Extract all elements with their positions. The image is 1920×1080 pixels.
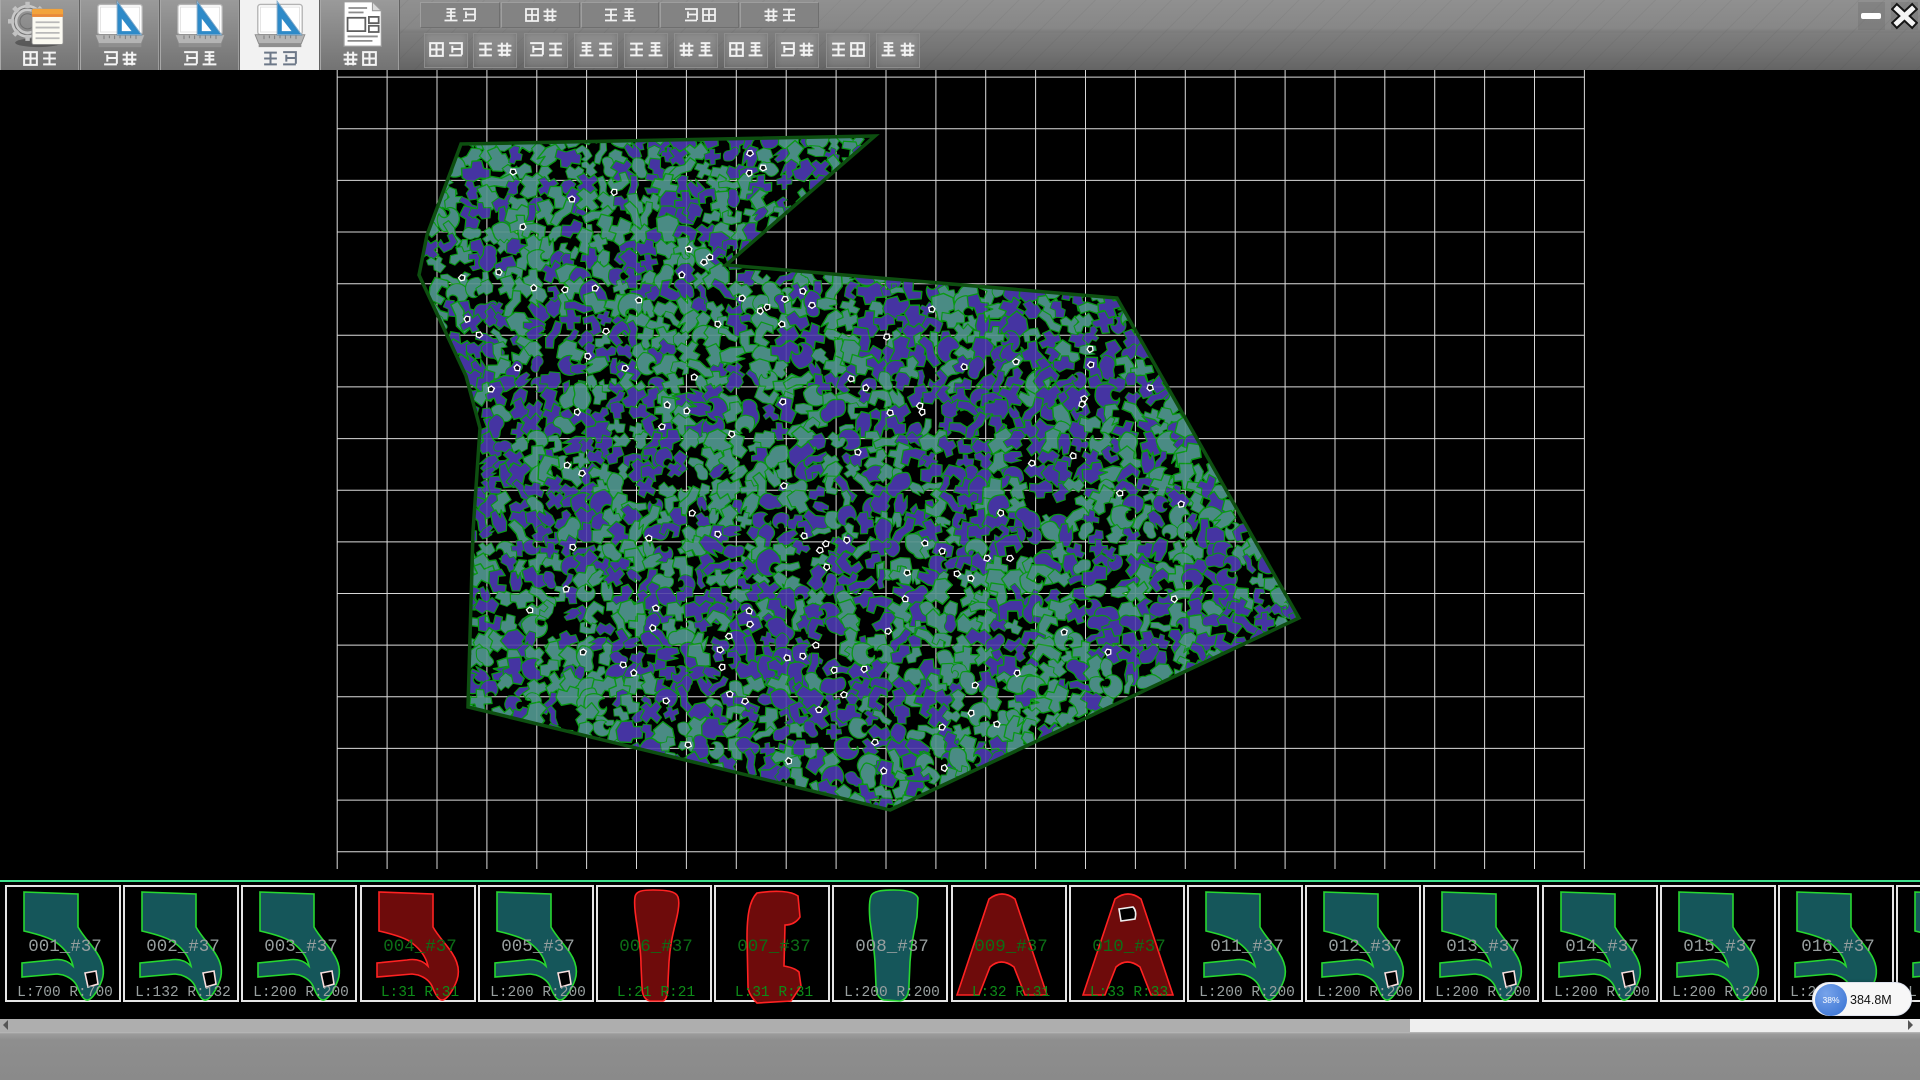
svg-text:004_#37: 004_#37 (383, 937, 457, 957)
svg-text:008_#37: 008_#37 (855, 937, 929, 957)
svg-text:L:200 R:200: L:200 R:200 (1317, 985, 1413, 1001)
svg-text:009_#37: 009_#37 (974, 937, 1048, 957)
svg-text:L:200 R:200: L:200 R:200 (844, 985, 940, 1001)
svg-text:L:200 R:200: L:200 R:200 (1199, 985, 1295, 1001)
svg-text:005_#37: 005_#37 (501, 937, 575, 957)
svg-text:L:33 R:33: L:33 R:33 (1090, 985, 1168, 1001)
svg-text:L:31 R:31: L:31 R:31 (735, 985, 813, 1001)
svg-text:010_#37: 010_#37 (1092, 937, 1166, 957)
svg-text:001_#37: 001_#37 (28, 937, 102, 957)
svg-text:003_#37: 003_#37 (264, 937, 338, 957)
svg-text:L:200 R:200: L:200 R:200 (490, 985, 586, 1001)
svg-text:006_#37: 006_#37 (619, 937, 693, 957)
svg-text:012_#37: 012_#37 (1328, 937, 1402, 957)
svg-text:L:200 R:200: L:200 R:200 (253, 985, 349, 1001)
svg-text:L:132 R:132: L:132 R:132 (135, 985, 231, 1001)
svg-text:L:200 R:200: L:200 R:200 (1554, 985, 1650, 1001)
svg-text:L:32 R:31: L:32 R:31 (972, 985, 1050, 1001)
svg-text:013_#37: 013_#37 (1446, 937, 1520, 957)
svg-text:L:200 R:200: L:200 R:200 (1672, 985, 1768, 1001)
svg-text:L:31 R:31: L:31 R:31 (381, 985, 459, 1001)
svg-text:011_#37: 011_#37 (1210, 937, 1284, 957)
svg-text:007_#37: 007_#37 (737, 937, 811, 957)
svg-text:002_#37: 002_#37 (146, 937, 220, 957)
svg-text:015_#37: 015_#37 (1683, 937, 1757, 957)
svg-text:L:700 R:700: L:700 R:700 (17, 985, 113, 1001)
svg-text:014_#37: 014_#37 (1565, 937, 1639, 957)
svg-text:L:21 R:21: L:21 R:21 (617, 985, 695, 1001)
svg-text:L:200 R:200: L:200 R:200 (1435, 985, 1531, 1001)
svg-text:016_#37: 016_#37 (1801, 937, 1875, 957)
